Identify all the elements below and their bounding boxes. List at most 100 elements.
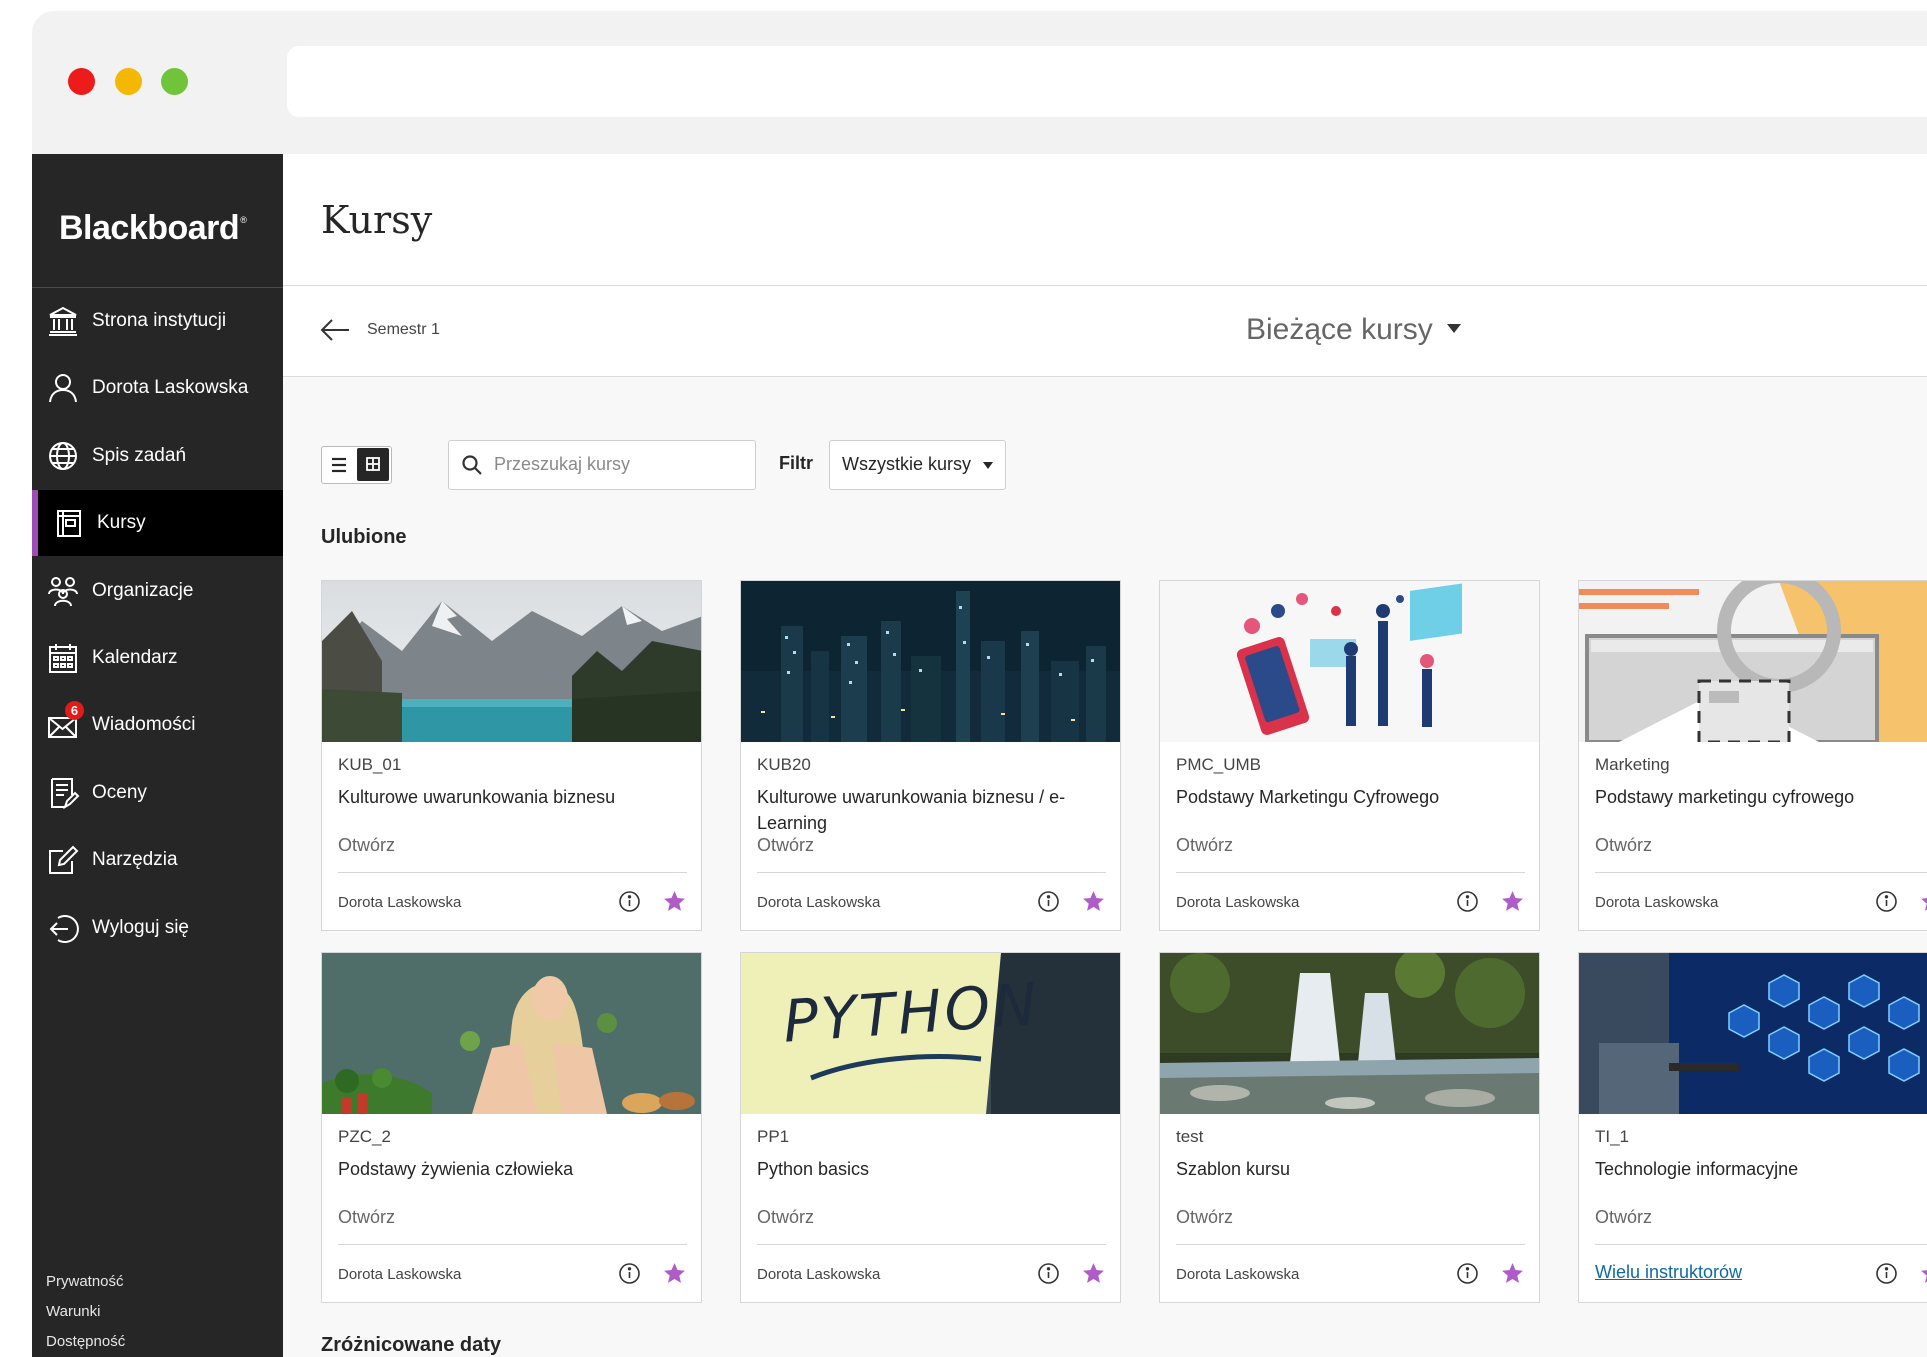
course-card[interactable]: PYTHON PP1 Python basics Otwórz Dorota L… [740,952,1121,1303]
course-open-label[interactable]: Otwórz [1595,835,1652,856]
term-bar: Semestr 1 Bieżące kursy [283,286,1927,377]
course-open-label[interactable]: Otwórz [338,1207,395,1228]
info-icon[interactable] [1456,890,1479,913]
grid-view-icon[interactable] [357,448,389,481]
course-card[interactable]: KUB_01 Kulturowe uwarunkowania biznesu O… [321,580,702,931]
sidebar-item-label: Kursy [97,512,146,533]
course-card[interactable]: PMC_UMB Podstawy Marketingu Cyfrowego Ot… [1159,580,1540,931]
institution-icon [49,306,77,336]
course-image [322,581,701,742]
term-label[interactable]: Semestr 1 [367,321,440,339]
courses-icon [57,510,81,537]
user-icon [49,374,77,403]
course-open-label[interactable]: Otwórz [1176,1207,1233,1228]
star-icon[interactable] [1500,1261,1525,1286]
course-code: Marketing [1595,755,1670,774]
star-icon[interactable] [1919,889,1927,914]
list-view-icon[interactable] [322,447,356,483]
course-image [1579,953,1927,1114]
course-instructor: Dorota Laskowska [338,1266,462,1283]
course-card[interactable]: Marketing Podstawy marketingu cyfrowego … [1578,580,1927,931]
sidebar-item-label: Wyloguj się [92,917,189,938]
course-card[interactable]: KUB20 Kulturowe uwarunkowania biznesu / … [740,580,1121,931]
sidebar-item-grades[interactable]: Oceny [32,760,283,826]
search-input[interactable]: Przeszukaj kursy [448,440,756,490]
course-card[interactable]: TI_1 Technologie informacyjne Otwórz Wie… [1578,952,1927,1303]
terms-link[interactable]: Warunki [46,1297,125,1327]
sidebar-item-courses[interactable]: Kursy [32,490,283,556]
course-open-label[interactable]: Otwórz [1176,835,1233,856]
course-code: PP1 [757,1127,790,1146]
sidebar-item-tasks[interactable]: Spis zadań [32,423,283,489]
course-image [1160,953,1539,1114]
sidebar-item-label: Oceny [92,782,147,803]
info-icon[interactable] [1875,890,1898,913]
card-divider [757,872,1106,873]
course-open-label[interactable]: Otwórz [757,1207,814,1228]
course-open-label[interactable]: Otwórz [1595,1207,1652,1228]
back-arrow-icon[interactable] [319,314,351,346]
star-icon[interactable] [662,889,687,914]
section-different-dates: Zróżnicowane daty [321,1334,502,1356]
course-card[interactable]: test Szablon kursu Otwórz Dorota Laskows… [1159,952,1540,1303]
course-card[interactable]: PZC_2 Podstawy żywienia człowieka Otwórz… [321,952,702,1303]
chevron-down-icon [1446,323,1461,333]
sidebar-item-organizations[interactable]: Organizacje [32,558,283,624]
star-icon[interactable] [1081,889,1106,914]
course-name: Podstawy Marketingu Cyfrowego [1176,787,1440,807]
messages-badge: 6 [65,701,84,720]
course-code: PMC_UMB [1176,755,1262,774]
card-divider [1176,1244,1525,1245]
sidebar-item-profile[interactable]: Dorota Laskowska [32,355,283,421]
multiple-instructors-link[interactable]: Wielu instruktorów [1595,1262,1742,1283]
course-open-label[interactable]: Otwórz [757,835,814,856]
sidebar-item-tools[interactable]: Narzędzia [32,827,283,893]
privacy-link[interactable]: Prywatność [46,1267,125,1297]
course-name: Kulturowe uwarunkowania biznesu [338,787,616,807]
course-name: Technologie informacyjne [1595,1159,1799,1179]
sidebar-item-institution[interactable]: Strona instytucji [32,288,283,354]
course-instructor: Dorota Laskowska [338,894,462,911]
star-icon[interactable] [1919,1261,1927,1286]
sidebar-item-label: Narzędzia [92,849,178,870]
info-icon[interactable] [1875,1262,1898,1285]
sidebar-item-label: Organizacje [92,580,194,601]
address-bar[interactable] [287,46,1927,117]
globe-icon [49,442,77,470]
sidebar-item-label: Spis zadań [92,445,187,466]
card-divider [338,872,687,873]
current-courses-dropdown[interactable]: Bieżące kursy [1246,313,1461,347]
filter-select[interactable]: Wszystkie kursy [829,440,1006,490]
course-name: Kulturowe uwarunkowania biznesu / e-Lear… [757,787,1066,833]
chevron-down-icon [983,462,993,469]
card-divider [1595,1244,1927,1245]
info-icon[interactable] [1037,890,1060,913]
filter-label: Filtr [779,453,813,473]
course-open-label[interactable]: Otwórz [338,835,395,856]
info-icon[interactable] [1037,1262,1060,1285]
course-code: PZC_2 [338,1127,391,1146]
sidebar-item-calendar[interactable]: Kalendarz [32,625,283,691]
sidebar-item-label: Kalendarz [92,647,178,668]
sidebar-item-messages[interactable]: 6 Wiadomości [32,692,283,758]
close-window-dot[interactable] [68,68,95,95]
filter-value: Wszystkie kursy [842,454,972,474]
course-instructor: Dorota Laskowska [757,1266,881,1283]
section-favorites: Ulubione [321,526,407,548]
sidebar-item-logout[interactable]: Wyloguj się [32,895,283,961]
info-icon[interactable] [618,890,641,913]
accessibility-link[interactable]: Dostępność [46,1327,125,1357]
star-icon[interactable] [662,1261,687,1286]
star-icon[interactable] [1081,1261,1106,1286]
info-icon[interactable] [1456,1262,1479,1285]
maximize-window-dot[interactable] [161,68,188,95]
course-code: TI_1 [1595,1127,1630,1146]
course-instructor: Dorota Laskowska [1176,894,1300,911]
star-icon[interactable] [1500,889,1525,914]
sidebar: Blackboard® Strona instytucji Dorota Las… [32,154,283,1357]
search-icon [462,455,482,475]
info-icon[interactable] [618,1262,641,1285]
minimize-window-dot[interactable] [115,68,142,95]
blackboard-logo[interactable]: Blackboard® [59,209,247,248]
course-image [741,581,1120,742]
